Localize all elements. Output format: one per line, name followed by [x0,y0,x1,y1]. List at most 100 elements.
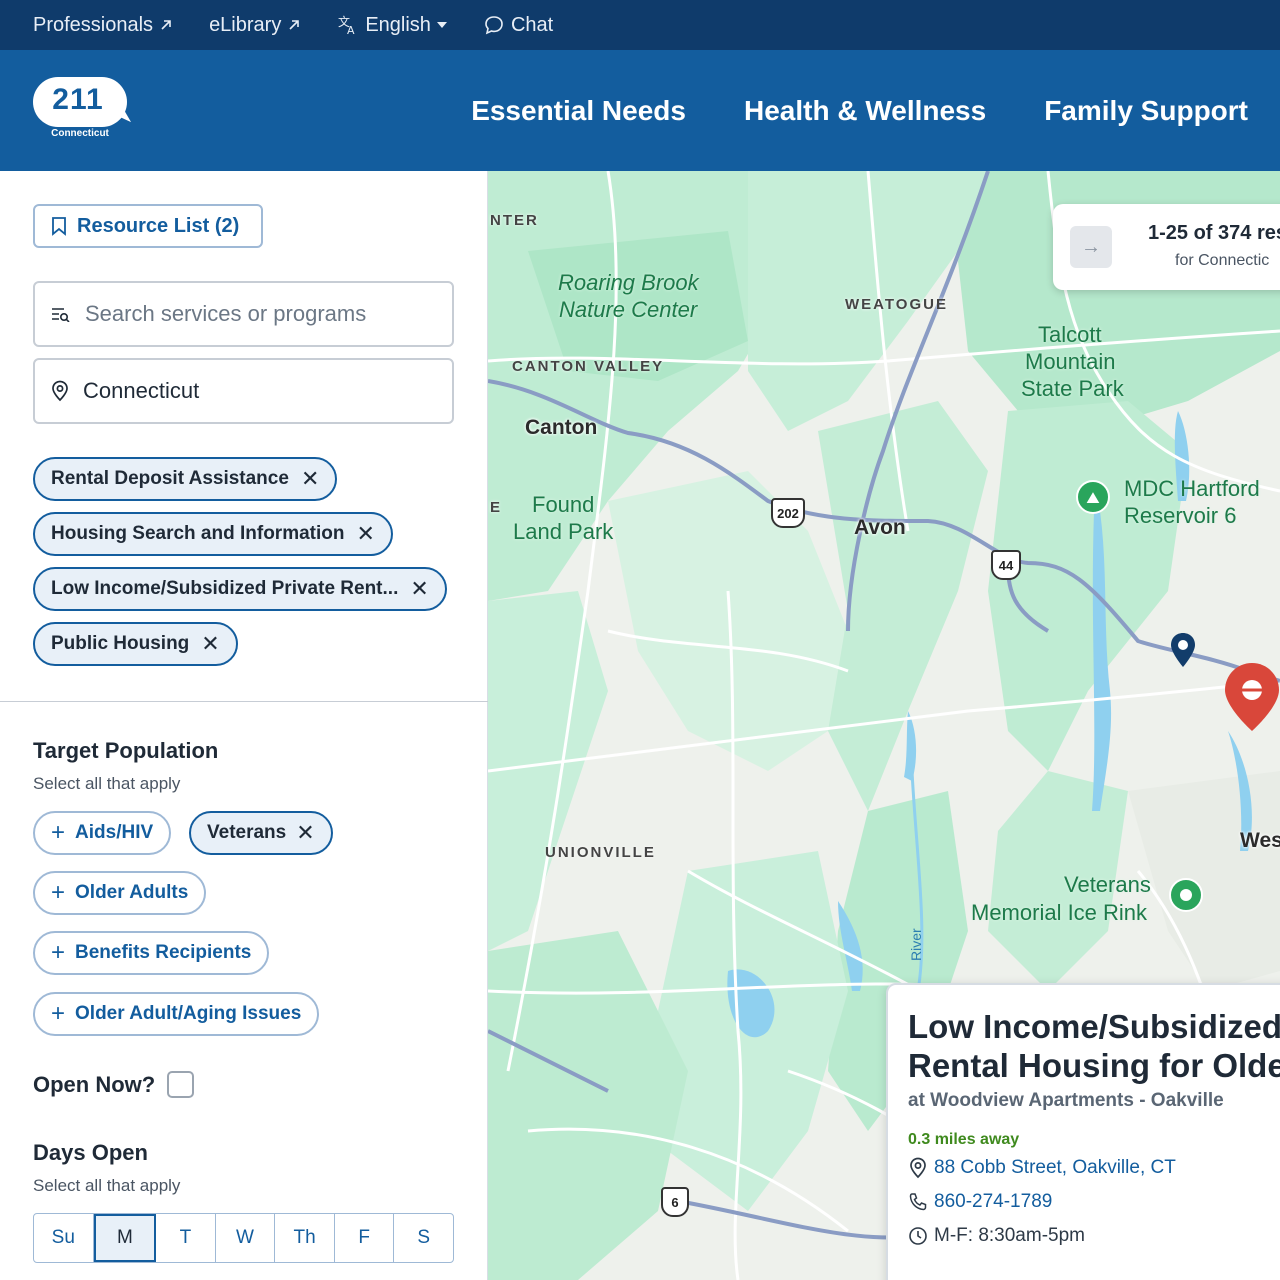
population-chip-older-adult-aging[interactable]: + Older Adult/Aging Issues [33,992,320,1036]
filter-chip-housing-search[interactable]: Housing Search and Information ✕ [33,512,393,556]
address-text: 88 Cobb Street, Oakville, CT [934,1157,1176,1178]
phone-text: 860-274-1789 [934,1191,1053,1212]
svg-text:⛰: ⛰ [1086,488,1100,507]
close-icon[interactable]: ✕ [301,468,319,490]
filter-chip-low-income[interactable]: Low Income/Subsidized Private Rent... ✕ [33,567,447,611]
day-monday[interactable]: M [93,1214,157,1262]
day-tuesday[interactable]: T [156,1214,216,1262]
day-saturday[interactable]: S [394,1214,453,1262]
open-now-label: Open Now? [33,1071,156,1097]
map-label-mdc-hartford: MDC Hartford [1124,476,1260,501]
resource-list-button[interactable]: Resource List (2) [33,204,264,248]
utility-bar: Professionals eLibrary 文A English Chat [0,0,1280,50]
location-field[interactable]: Connecticut [33,358,454,424]
chip-label: Veterans [207,822,287,843]
map-label-canton-valley: CANTON VALLEY [512,358,665,375]
bookmark-icon [52,217,66,236]
resource-phone[interactable]: 860-274-1789 [908,1191,1052,1213]
211-logo[interactable]: 211 Connecticut [33,77,133,143]
map-label-state-park: State Park [1021,376,1124,401]
map-label-reservoir: Reservoir 6 [1124,503,1237,528]
nav-essential-needs[interactable]: Essential Needs [471,95,686,127]
map-label: NTER [490,212,539,229]
population-chip-veterans[interactable]: Veterans ✕ [189,811,333,855]
logo-subtitle: Connecticut [51,128,109,139]
map-label-talcott: Talcott [1038,322,1102,347]
results-count: 1-25 of 374 res [1148,222,1280,244]
map-label-canton: Canton [525,416,598,439]
clock-icon [909,1227,927,1245]
route-shield-202: 202 [771,498,805,528]
map-pin-icon[interactable] [1168,631,1198,669]
search-input[interactable] [85,301,415,327]
location-pin-icon [910,1157,926,1179]
resource-subtitle: at Woodview Apartments - Oakville [908,1090,1224,1111]
close-icon[interactable]: ✕ [356,523,374,545]
days-open-subtitle: Select all that apply [33,1176,181,1195]
chip-label: Benefits Recipients [75,942,252,963]
nav-family-support[interactable]: Family Support [1044,95,1248,127]
language-selector[interactable]: 文A English [337,14,447,37]
chip-label: Low Income/Subsidized Private Rent... [51,578,399,599]
map-label-river: River [908,928,924,961]
chip-label: Aids/HIV [75,822,154,843]
route-shield-6: 6 [661,1187,689,1217]
days-open-title: Days Open [33,1140,148,1165]
chip-label: Public Housing [51,633,190,654]
day-sunday[interactable]: Su [34,1214,94,1262]
map-label-found: Found [532,492,595,517]
nav-health-wellness[interactable]: Health & Wellness [744,95,986,127]
resource-address[interactable]: 88 Cobb Street, Oakville, CT [908,1157,1176,1179]
close-icon[interactable]: ✕ [296,820,314,846]
day-wednesday[interactable]: W [216,1214,276,1262]
logo-number: 211 [52,83,104,116]
results-map[interactable]: NTER Roaring Brook Nature Center WEATOGU… [488,171,1280,1280]
map-label-mountain: Mountain [1025,349,1116,374]
close-icon[interactable]: ✕ [410,578,428,600]
map-label-veterans: Veterans [1064,872,1151,897]
day-thursday[interactable]: Th [275,1214,335,1262]
population-chip-aids-hiv[interactable]: + Aids/HIV [33,811,172,855]
map-label-memorial-ice-rink: Memorial Ice Rink [971,900,1148,925]
plus-icon: + [51,1000,66,1027]
selected-map-pin-icon[interactable] [1222,661,1280,733]
arrow-right-icon[interactable]: → [1070,226,1112,268]
section-divider [0,701,488,702]
filter-chip-public-housing[interactable]: Public Housing ✕ [33,622,238,666]
map-label-roaring-brook: Roaring Brook [558,270,699,295]
resource-title[interactable]: Low Income/Subsidized Rental Housing for… [908,1007,1280,1085]
resource-distance: 0.3 miles away [908,1131,1020,1148]
phone-icon [909,1193,927,1211]
population-chip-benefits-recipients[interactable]: + Benefits Recipients [33,931,270,975]
elibrary-link[interactable]: eLibrary [209,14,301,37]
chip-label: Rental Deposit Assistance [51,468,289,489]
professionals-link[interactable]: Professionals [33,14,173,37]
search-list-icon [52,308,70,322]
map-label-weatogue: WEATOGUE [845,296,948,313]
ice-rink-poi-icon[interactable] [1168,877,1204,917]
hiking-poi-icon[interactable]: ⛰ [1075,479,1111,519]
resource-list-label: Resource List (2) [77,214,240,237]
chip-label: Older Adults [75,882,189,903]
target-population-subtitle: Select all that apply [33,774,181,793]
results-location: for Connectic [1175,252,1270,269]
chat-link[interactable]: Chat [483,14,553,37]
resource-hours: M-F: 8:30am-5pm [908,1225,1085,1247]
close-icon[interactable]: ✕ [201,633,219,655]
map-label-nature-center: Nature Center [559,297,698,322]
filter-sidebar: Resource List (2) Connecticut Rental Dep… [0,171,488,1280]
open-now-toggle[interactable]: Open Now? [33,1071,195,1098]
plus-icon: + [51,819,66,846]
external-link-icon [289,20,300,30]
route-shield-44: 44 [991,550,1021,580]
open-now-checkbox[interactable] [167,1071,195,1098]
population-chip-older-adults[interactable]: + Older Adults [33,871,207,915]
search-field[interactable] [33,281,454,347]
hours-text: M-F: 8:30am-5pm [934,1225,1085,1246]
main-header: 211 Connecticut Essential Needs Health &… [0,50,1280,171]
day-friday[interactable]: F [335,1214,395,1262]
map-label-unionville: UNIONVILLE [545,844,656,861]
chip-label: Housing Search and Information [51,523,345,544]
resource-detail-card[interactable]: Low Income/Subsidized Rental Housing for… [886,983,1280,1280]
filter-chip-rental-deposit[interactable]: Rental Deposit Assistance ✕ [33,457,338,501]
